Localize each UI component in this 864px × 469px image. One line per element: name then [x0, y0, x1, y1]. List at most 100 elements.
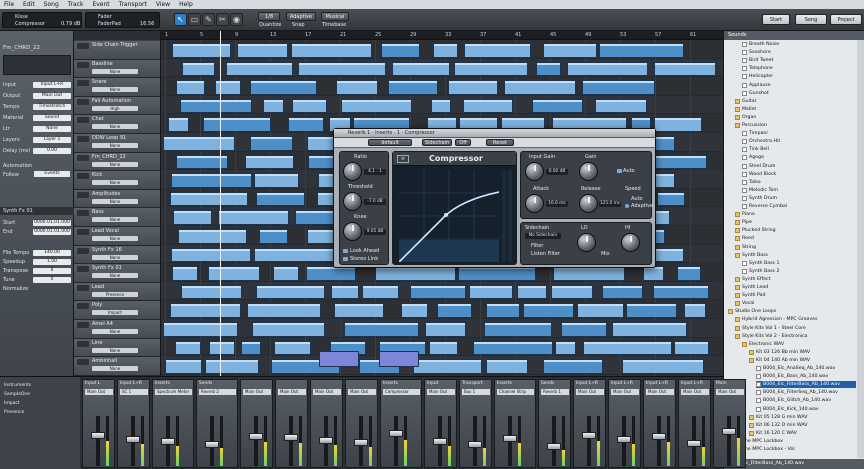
- mixer-channel[interactable]: Main Out: [240, 379, 273, 468]
- gain-knob[interactable]: [579, 162, 598, 181]
- event-clip[interactable]: [241, 340, 261, 356]
- event-clip[interactable]: [181, 284, 242, 300]
- browser-item[interactable]: Taiko: [742, 179, 856, 186]
- mixer-channel[interactable]: Input L+R Main Out: [608, 379, 641, 468]
- mixer-channel[interactable]: Input L+R Main Out: [678, 379, 711, 468]
- input-gain-knob[interactable]: [525, 162, 544, 181]
- browser-item[interactable]: Tink Bell: [742, 146, 856, 153]
- synth-row-value[interactable]: 0000.01.01.000: [33, 228, 71, 235]
- event-clip[interactable]: [218, 210, 289, 225]
- event-clip[interactable]: [341, 98, 412, 114]
- event-clip[interactable]: [643, 266, 664, 281]
- event-clip[interactable]: [388, 80, 438, 95]
- follow-value[interactable]: Events: [34, 171, 70, 177]
- event-clip[interactable]: [170, 303, 241, 318]
- file-row-value[interactable]: 140.00: [33, 249, 71, 256]
- event-clip[interactable]: [259, 229, 288, 244]
- event-clip[interactable]: [464, 43, 531, 58]
- channel-output[interactable]: Main Out: [348, 389, 376, 395]
- browser-item[interactable]: Vocal: [735, 300, 856, 307]
- browser-item[interactable]: Electronic WAV: [742, 341, 856, 348]
- browser-item[interactable]: Telephone: [742, 65, 856, 72]
- event-clip[interactable]: [245, 154, 294, 170]
- inspector-row-value[interactable]: None: [33, 125, 71, 132]
- event-clip[interactable]: [674, 340, 709, 356]
- browser-item[interactable]: Kit 05 128 G min WAV: [749, 414, 856, 421]
- browser-item[interactable]: Style Kits Vol 2 - Electronica: [735, 333, 856, 340]
- event-clip[interactable]: [252, 322, 325, 337]
- event-clip[interactable]: [176, 80, 205, 95]
- event-clip[interactable]: [250, 136, 293, 151]
- browser-item[interactable]: Reed: [735, 235, 856, 242]
- fader-handle[interactable]: [284, 434, 298, 441]
- event-clip[interactable]: [561, 322, 607, 337]
- start-button[interactable]: Start: [762, 14, 790, 25]
- channel-fader[interactable]: [617, 416, 631, 466]
- browser-item[interactable]: Organ: [735, 114, 856, 121]
- event-clip[interactable]: [209, 340, 235, 356]
- event-clip[interactable]: [274, 340, 311, 356]
- track-preset-selector[interactable]: None: [92, 143, 138, 148]
- track-header[interactable]: Chat None: [74, 115, 160, 134]
- hi-filter-knob[interactable]: [621, 233, 640, 252]
- event-clip[interactable]: [425, 322, 466, 337]
- event-clip[interactable]: [429, 340, 458, 356]
- browser-item[interactable]: The MPC Lockbox - Vol: [735, 446, 856, 453]
- event-clip[interactable]: [392, 61, 450, 77]
- event-clip[interactable]: [517, 284, 547, 300]
- inspector-row-value[interactable]: Timestretch: [33, 103, 71, 110]
- track-header[interactable]: Fall Automation High: [74, 96, 160, 116]
- mute-solo-buttons[interactable]: [77, 229, 89, 235]
- event-clip[interactable]: [582, 80, 655, 95]
- mixer-channel[interactable]: Main Out: [345, 379, 378, 468]
- event-clip[interactable]: [437, 303, 472, 318]
- browser-item[interactable]: Kit 16 120 C WAV: [749, 430, 856, 437]
- event-clip[interactable]: [532, 98, 583, 114]
- quantize-dropdown[interactable]: 1/8: [258, 12, 280, 21]
- track-preset-selector[interactable]: Impact: [92, 310, 138, 316]
- channel-fader[interactable]: [249, 416, 263, 466]
- event-clip[interactable]: [178, 229, 247, 244]
- menu-item-event[interactable]: Event: [92, 1, 109, 8]
- event-clip[interactable]: [577, 303, 624, 318]
- instrument-row[interactable]: Presence: [4, 410, 24, 416]
- event-clip[interactable]: [684, 303, 706, 318]
- browser-item[interactable]: B004_Elc_FilterSeq_Ab_140.wav: [756, 389, 856, 396]
- fader-handle[interactable]: [687, 439, 701, 447]
- channel-fader[interactable]: [205, 416, 219, 466]
- browser-item[interactable]: Bird Tweet: [742, 57, 856, 64]
- menu-item-help[interactable]: Help: [179, 1, 193, 8]
- browser-item[interactable]: Pipe: [735, 219, 856, 226]
- mute-solo-buttons[interactable]: [77, 322, 89, 328]
- event-clip[interactable]: [165, 359, 202, 374]
- inspector-row-value[interactable]: Input L+R: [33, 81, 71, 88]
- event-clip[interactable]: [172, 266, 198, 281]
- mixer-channel[interactable]: Main Out: [310, 379, 343, 468]
- mixer-channel[interactable]: Main Out: [275, 379, 308, 468]
- event-clip[interactable]: [602, 284, 643, 300]
- browser-item[interactable]: Synth Lead: [735, 284, 856, 291]
- knee-knob[interactable]: [343, 222, 362, 241]
- channel-output[interactable]: SC 1: [120, 389, 148, 395]
- track-preset-selector[interactable]: None: [92, 124, 138, 130]
- mixer-channel[interactable]: Input L+R SC 1: [117, 379, 150, 468]
- menu-item-track[interactable]: Track: [68, 1, 84, 8]
- mixer-channel[interactable]: Input Main Out: [424, 379, 457, 468]
- track-header[interactable]: Fm_CHRD_22 None: [74, 152, 160, 172]
- fader-handle[interactable]: [503, 434, 517, 442]
- mixer-channel[interactable]: Sends Reverb 2: [196, 379, 238, 468]
- mute-solo-buttons[interactable]: [77, 43, 89, 49]
- channel-output[interactable]: Main Out: [278, 389, 306, 395]
- track-header[interactable]: Ambinhall None: [74, 357, 160, 376]
- mute-solo-buttons[interactable]: [77, 117, 89, 124]
- browser-item[interactable]: Synth Bass: [735, 252, 856, 259]
- browser-item[interactable]: The MPC Lockbox: [735, 438, 856, 445]
- event-clip[interactable]: [551, 284, 593, 300]
- mixer-channel[interactable]: Main Main Out: [713, 379, 746, 468]
- track-preset-selector[interactable]: None: [92, 254, 138, 260]
- browser-item[interactable]: Gunshot: [742, 90, 856, 97]
- channel-output[interactable]: Main Out: [243, 389, 271, 395]
- browser-item[interactable]: B004_Elc_AnaSeq_Ab_140.wav: [756, 365, 856, 372]
- browser-item[interactable]: Synth Effect: [735, 276, 856, 283]
- mute-solo-buttons[interactable]: [77, 284, 89, 291]
